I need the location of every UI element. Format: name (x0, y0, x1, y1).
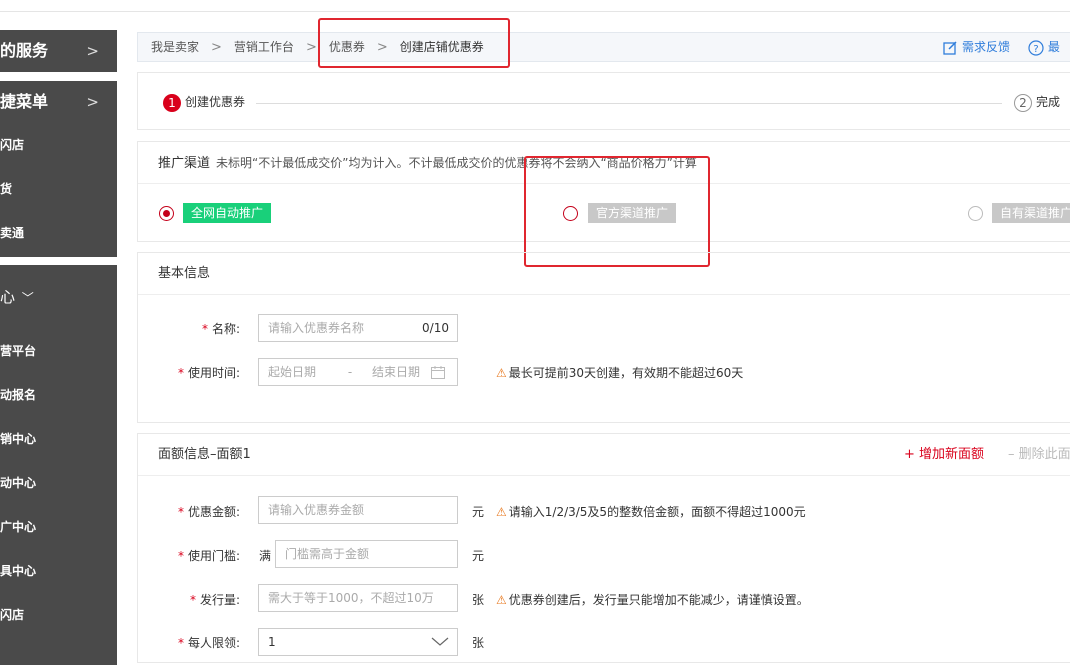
calendar-icon (431, 366, 445, 379)
breadcrumb-actions: 需求反馈 ? 最 (943, 33, 1060, 61)
feedback-link[interactable]: 需求反馈 (943, 40, 1014, 55)
coupon-amount-input[interactable]: 请输入优惠券金额 (258, 496, 458, 524)
sidebar-item-6[interactable]: 闪店 (0, 593, 117, 637)
issue-hint: ⚠ 优惠券创建后，发行量只能增加不能减少，请谨慎设置。 (496, 593, 809, 607)
help-label: 最 (1047, 40, 1060, 54)
option-own-promo[interactable]: 自有渠道推广 (992, 203, 1070, 223)
highlight-box-official (524, 156, 710, 267)
step-connector (256, 103, 1002, 104)
top-bar (0, 0, 1070, 12)
sidebar-quick-menu: 捷菜单 > 闪店 货 卖通 (0, 81, 117, 257)
name-label: * 名称: (201, 322, 240, 336)
chevron-right-icon: > (211, 40, 222, 55)
sidebar-services-head[interactable]: 的服务 > (0, 30, 117, 72)
highlight-box-breadcrumb (318, 18, 510, 68)
issue-unit: 张 (472, 593, 485, 607)
amount-label: * 优惠金额: (177, 505, 240, 519)
channel-title: 推广渠道 (158, 156, 211, 171)
option-auto-promo[interactable]: 全网自动推广 (183, 203, 272, 223)
step-create-label: 创建优惠券 (185, 95, 246, 109)
sidebar-item-4[interactable]: 广中心 (0, 505, 117, 549)
radio-auto-promo[interactable] (159, 206, 174, 221)
feedback-label: 需求反馈 (962, 40, 1011, 54)
threshold-label: * 使用门槛: (177, 549, 240, 563)
warning-icon: ⚠ (496, 505, 507, 519)
chevron-down-icon: ﹀ (21, 291, 34, 305)
step-number-1: 1 (163, 93, 181, 112)
radio-own-promo[interactable] (968, 206, 983, 221)
sidebar-item-5[interactable]: 具中心 (0, 549, 117, 593)
chevron-down-icon (431, 637, 449, 646)
per-person-limit-select[interactable]: 1 (258, 628, 458, 656)
chevron-right-icon: > (86, 42, 99, 60)
step-number-2: 2 (1014, 93, 1032, 112)
threshold-unit: 元 (472, 549, 485, 563)
time-label: * 使用时间: (177, 366, 240, 380)
edit-icon (943, 40, 957, 55)
face-value-panel: 面额信息–面额1 + 增加新面额 – 删除此面 * 优惠金额: 请输入优惠券金额 … (137, 433, 1070, 663)
step-done: 2 完成 (1014, 92, 1060, 112)
limit-unit: 张 (472, 636, 485, 650)
issue-quantity-input[interactable]: 需大于等于1000，不超过10万 (258, 584, 458, 612)
breadcrumb: 我是卖家 > 营销工作台 > 优惠券 > 创建店铺优惠券 需求反馈 ? 最 (137, 32, 1070, 62)
breadcrumb-item-seller[interactable]: 我是卖家 (151, 40, 199, 54)
amount-hint: ⚠ 请输入1/2/3/5及5的整数倍金额，面额不得超过1000元 (496, 505, 806, 519)
sidebar-item-3[interactable]: 动中心 (0, 461, 117, 505)
basic-info-title: 基本信息 (158, 266, 211, 281)
help-link[interactable]: ? 最 (1028, 39, 1060, 56)
sidebar: 的服务 > 捷菜单 > 闪店 货 卖通 心 ﹀ 营平台 动报名 销中心 动中心 … (0, 30, 117, 665)
delete-face-value-button[interactable]: – 删除此面 (1008, 434, 1070, 476)
limit-label: * 每人限领: (177, 636, 240, 650)
sidebar-center-head[interactable]: 心 ﹀ (0, 265, 117, 329)
sidebar-services-block[interactable]: 的服务 > (0, 30, 117, 72)
sidebar-item-quick-0[interactable]: 闪店 (0, 123, 117, 167)
sidebar-services-label: 的服务 (0, 41, 49, 60)
coupon-name-placeholder: 请输入优惠券名称 (268, 321, 365, 335)
help-icon: ? (1028, 39, 1044, 56)
sidebar-item-0[interactable]: 营平台 (0, 329, 117, 373)
sidebar-quick-label: 捷菜单 (0, 92, 49, 111)
date-separator: - (347, 365, 353, 379)
chevron-right-icon: > (86, 93, 99, 111)
step-done-label: 完成 (1036, 95, 1061, 109)
face-value-title: 面额信息–面额1 (158, 447, 251, 462)
time-hint: ⚠ 最长可提前30天创建，有效期不能超过60天 (496, 366, 744, 380)
name-counter: 0/10 (422, 321, 449, 335)
breadcrumb-item-marketing[interactable]: 营销工作台 (234, 40, 294, 54)
coupon-name-input[interactable]: 请输入优惠券名称 0/10 (258, 314, 458, 342)
start-date-placeholder: 起始日期 (268, 365, 317, 379)
sidebar-quick-head[interactable]: 捷菜单 > (0, 81, 117, 123)
sidebar-center-label: 心 (0, 288, 16, 306)
sidebar-center-menu: 心 ﹀ 营平台 动报名 销中心 动中心 广中心 具中心 闪店 (0, 265, 117, 665)
face-value-header: 面额信息–面额1 + 增加新面额 – 删除此面 (138, 434, 1070, 476)
sidebar-item-quick-1[interactable]: 货 (0, 167, 117, 211)
step-create: 1 创建优惠券 (163, 92, 245, 112)
warning-icon: ⚠ (496, 366, 507, 380)
add-face-value-button[interactable]: + 增加新面额 (904, 434, 984, 476)
basic-info-header: 基本信息 (138, 253, 1070, 295)
date-range-input[interactable]: 起始日期 - 结束日期 (258, 358, 458, 386)
sidebar-item-2[interactable]: 销中心 (0, 417, 117, 461)
threshold-prefix: 满 (259, 549, 272, 563)
amount-unit: 元 (472, 505, 485, 519)
end-date-placeholder: 结束日期 (372, 365, 421, 379)
chevron-right-icon: > (305, 40, 317, 55)
basic-info-panel: 基本信息 * 名称: 请输入优惠券名称 0/10 * 使用时间: 起始日期 - 结束… (137, 252, 1070, 423)
issue-label: * 发行量: (189, 593, 240, 607)
sidebar-item-quick-2[interactable]: 卖通 (0, 211, 117, 255)
sidebar-item-1[interactable]: 动报名 (0, 373, 117, 417)
warning-icon: ⚠ (496, 593, 507, 607)
threshold-input[interactable]: 门槛需高于金额 (275, 540, 458, 568)
progress-steps: 1 创建优惠券 2 完成 (137, 72, 1070, 130)
svg-text:?: ? (1033, 44, 1038, 55)
